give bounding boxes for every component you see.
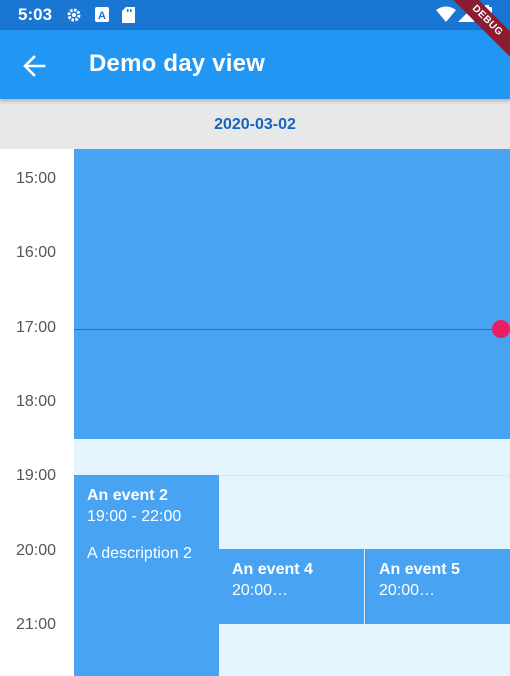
sd-card-icon	[122, 7, 135, 23]
hours-column: 15:00 16:00 17:00 18:00 19:00 20:00 21:0…	[0, 149, 74, 676]
gear-icon	[67, 8, 81, 22]
back-button[interactable]	[16, 47, 54, 85]
hour-label: 15:00	[16, 170, 57, 187]
event-time: 20:00…	[379, 582, 436, 599]
arrow-left-icon	[23, 55, 46, 77]
event-block-1[interactable]	[74, 149, 510, 439]
svg-text:A: A	[98, 10, 106, 22]
current-time-dot	[492, 320, 510, 338]
event-time: 19:00 - 22:00	[87, 508, 182, 525]
day-view-area[interactable]: An event 2 19:00 - 22:00 A description 2…	[74, 149, 510, 676]
hour-label: 18:00	[16, 393, 57, 410]
status-time: 5:03	[18, 5, 53, 24]
event-title: An event 2	[87, 487, 168, 504]
status-bar: 5:03 A	[0, 0, 510, 30]
event-block-5[interactable]: An event 5 20:00…	[365, 549, 510, 624]
hour-label: 16:00	[16, 244, 57, 261]
hour-label: 21:00	[16, 616, 57, 633]
hour-label: 17:00	[16, 319, 57, 336]
event-time: 20:00…	[232, 582, 289, 599]
date-label: 2020-03-02	[214, 116, 296, 133]
event-title: An event 5	[379, 561, 460, 578]
event-block-2[interactable]: An event 2 19:00 - 22:00 A description 2	[74, 475, 219, 676]
current-time-line	[74, 329, 510, 330]
hour-label: 19:00	[16, 467, 57, 484]
date-header: 2020-03-02	[0, 99, 510, 149]
hour-label: 20:00	[16, 542, 57, 559]
a-badge-icon: A	[95, 7, 109, 22]
app-bar: Demo day view	[0, 30, 510, 99]
wifi-icon	[436, 6, 456, 22]
event-block-4[interactable]: An event 4 20:00…	[219, 549, 364, 624]
event-title: An event 4	[232, 561, 313, 578]
page-title: Demo day view	[89, 50, 266, 77]
event-description: A description 2	[87, 545, 192, 562]
